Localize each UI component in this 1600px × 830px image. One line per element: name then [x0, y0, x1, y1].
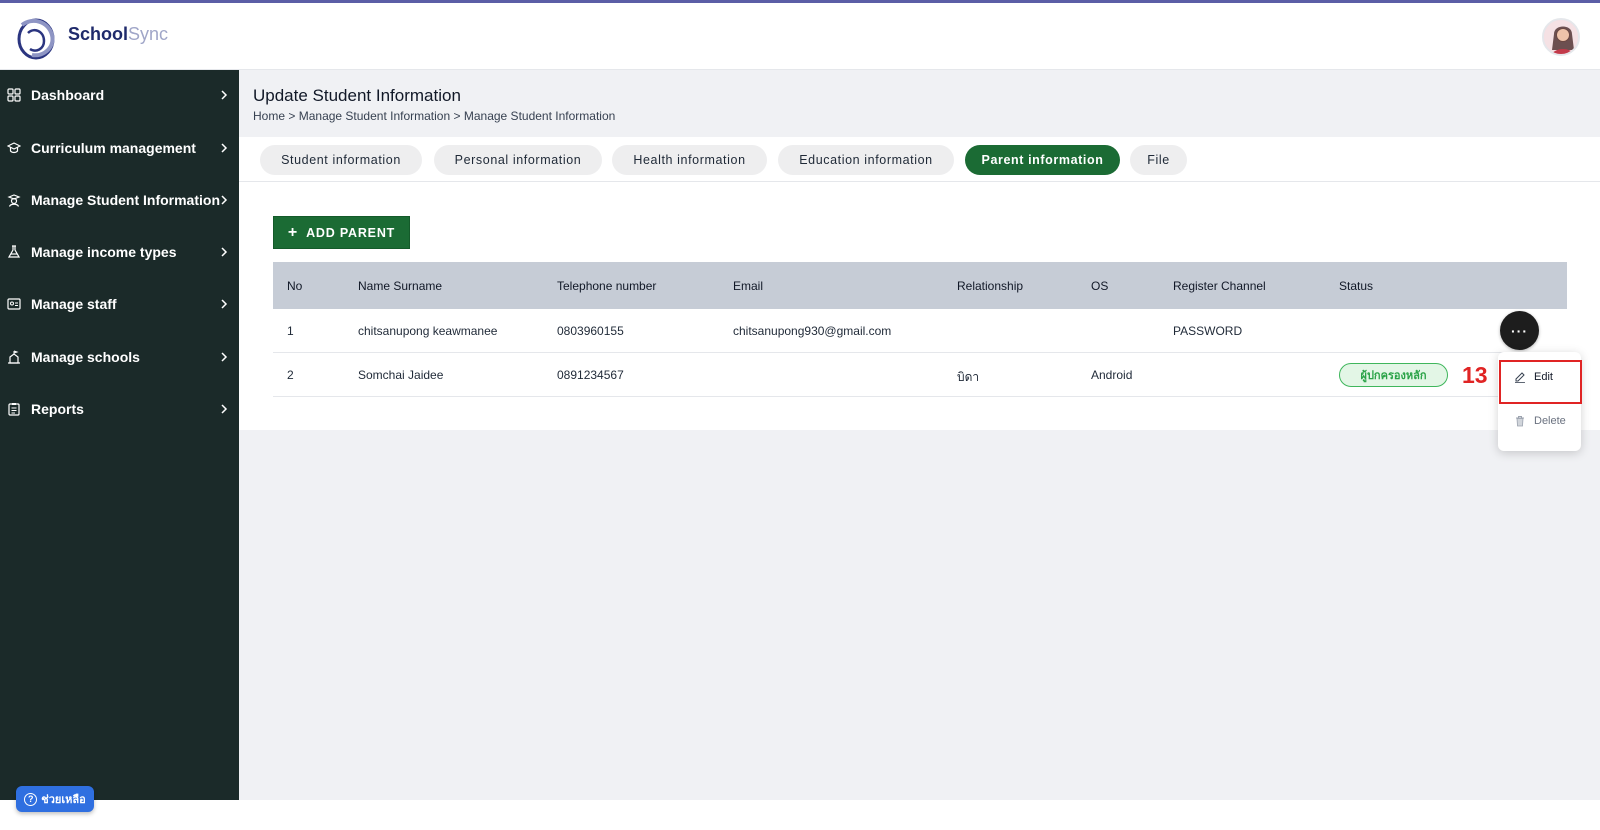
- sidebar-item-manage-staff[interactable]: Manage staff: [0, 284, 239, 324]
- tab-bar: Student information Personal information…: [239, 137, 1600, 182]
- edit-highlight-box: [1499, 360, 1582, 404]
- schoolsync-logo-icon[interactable]: [14, 13, 60, 61]
- breadcrumb-current: Manage Student Information: [463, 109, 616, 123]
- cell-phone: 0891234567: [557, 368, 624, 382]
- graduation-cap-icon: [7, 142, 21, 154]
- trash-icon: [1516, 416, 1524, 427]
- add-parent-label: ADD PARENT: [306, 225, 396, 240]
- sidebar-item-label: Manage staff: [31, 296, 117, 312]
- column-header-name: Name Surname: [358, 279, 443, 293]
- clipboard-icon: [8, 403, 20, 416]
- avatar-image-icon: [1544, 20, 1578, 54]
- student-icon: [7, 194, 21, 207]
- cell-relationship: บิดา: [957, 370, 980, 384]
- row-actions-more-button[interactable]: ···: [1500, 311, 1539, 350]
- sidebar-item-label: Curriculum management: [31, 140, 196, 156]
- school-icon: [8, 350, 20, 364]
- id-card-icon: [7, 298, 21, 310]
- cell-register-channel: PASSWORD: [1173, 324, 1243, 338]
- breadcrumb: Home > Manage Student Information > Mana…: [253, 109, 615, 123]
- cell-no: 1: [287, 324, 294, 338]
- chevron-right-icon: [221, 247, 228, 257]
- breadcrumb-home[interactable]: Home: [253, 109, 285, 123]
- cell-os: Android: [1091, 368, 1133, 382]
- tab-parent-information[interactable]: Parent information: [965, 145, 1120, 175]
- step-number-annotation: 13: [1462, 362, 1488, 388]
- sidebar-item-manage-student-information[interactable]: Manage Student Information: [0, 180, 239, 220]
- tab-education-information[interactable]: Education information: [778, 145, 954, 175]
- sidebar-item-label: Dashboard: [31, 87, 105, 103]
- delete-label: Delete: [1534, 415, 1566, 427]
- column-header-os: OS: [1091, 279, 1109, 293]
- tab-file[interactable]: File: [1130, 145, 1187, 175]
- app-header: SchoolSync: [0, 3, 1600, 70]
- sidebar-item-manage-schools[interactable]: Manage schools: [0, 337, 239, 377]
- footer-strip: [0, 800, 1600, 830]
- breadcrumb-manage-student-information[interactable]: Manage Student Information: [299, 109, 450, 123]
- tab-health-information[interactable]: Health information: [612, 145, 767, 175]
- chevron-right-icon: [221, 143, 228, 153]
- cell-name: chitsanupong keawmanee: [358, 324, 498, 338]
- tab-personal-information[interactable]: Personal information: [434, 145, 602, 175]
- column-header-status: Status: [1339, 279, 1374, 293]
- sidebar-item-label: Manage Student Information: [31, 192, 220, 208]
- user-avatar[interactable]: [1542, 18, 1580, 56]
- brand-name: SchoolSync: [68, 24, 169, 44]
- column-header-email: Email: [733, 279, 764, 293]
- question-icon: ?: [24, 792, 38, 806]
- cell-no: 2: [287, 368, 294, 382]
- breadcrumb-separator: >: [288, 109, 296, 123]
- chevron-right-icon: [221, 404, 228, 414]
- delete-menu-item[interactable]: Delete: [1498, 400, 1581, 442]
- chevron-right-icon: [221, 195, 228, 205]
- plus-icon: +: [287, 223, 299, 241]
- tab-student-information[interactable]: Student information: [260, 145, 422, 175]
- sidebar-item-label: Manage income types: [31, 244, 177, 260]
- chevron-right-icon: [221, 299, 228, 309]
- table-row: 2 Somchai Jaidee 0891234567 บิดา Android…: [273, 353, 1567, 397]
- add-parent-button[interactable]: + ADD PARENT: [273, 216, 410, 249]
- sidebar-item-label: Manage schools: [31, 349, 140, 365]
- cell-email: chitsanupong930@gmail.com: [733, 324, 892, 338]
- help-label: ช่วยเหลือ: [41, 794, 86, 806]
- page-title: Update Student Information: [253, 86, 461, 105]
- column-header-register-channel: Register Channel: [1173, 279, 1266, 293]
- chevron-right-icon: [221, 352, 228, 362]
- chevron-right-icon: [221, 90, 228, 100]
- sidebar-item-dashboard[interactable]: Dashboard: [0, 75, 239, 115]
- status-badge: ผู้ปกครองหลัก: [1339, 363, 1448, 387]
- sidebar: Dashboard Curriculum management Manage S…: [0, 70, 239, 800]
- column-header-telephone: Telephone number: [557, 279, 657, 293]
- flask-icon: [7, 245, 21, 258]
- column-header-relationship: Relationship: [957, 279, 1024, 293]
- column-header-no: No: [287, 279, 303, 293]
- sidebar-item-curriculum[interactable]: Curriculum management: [0, 128, 239, 168]
- grid-icon: [7, 88, 21, 102]
- table-row: 1 chitsanupong keawmanee 0803960155 chit…: [273, 309, 1567, 353]
- cell-phone: 0803960155: [557, 324, 624, 338]
- table-header: No Name Surname Telephone number Email R…: [273, 262, 1567, 309]
- breadcrumb-separator: >: [453, 109, 461, 123]
- help-button[interactable]: ? ช่วยเหลือ: [16, 786, 94, 812]
- sidebar-item-manage-income-types[interactable]: Manage income types: [0, 232, 239, 272]
- sidebar-item-label: Reports: [31, 401, 84, 417]
- cell-name: Somchai Jaidee: [358, 368, 444, 382]
- sidebar-item-reports[interactable]: Reports: [0, 389, 239, 429]
